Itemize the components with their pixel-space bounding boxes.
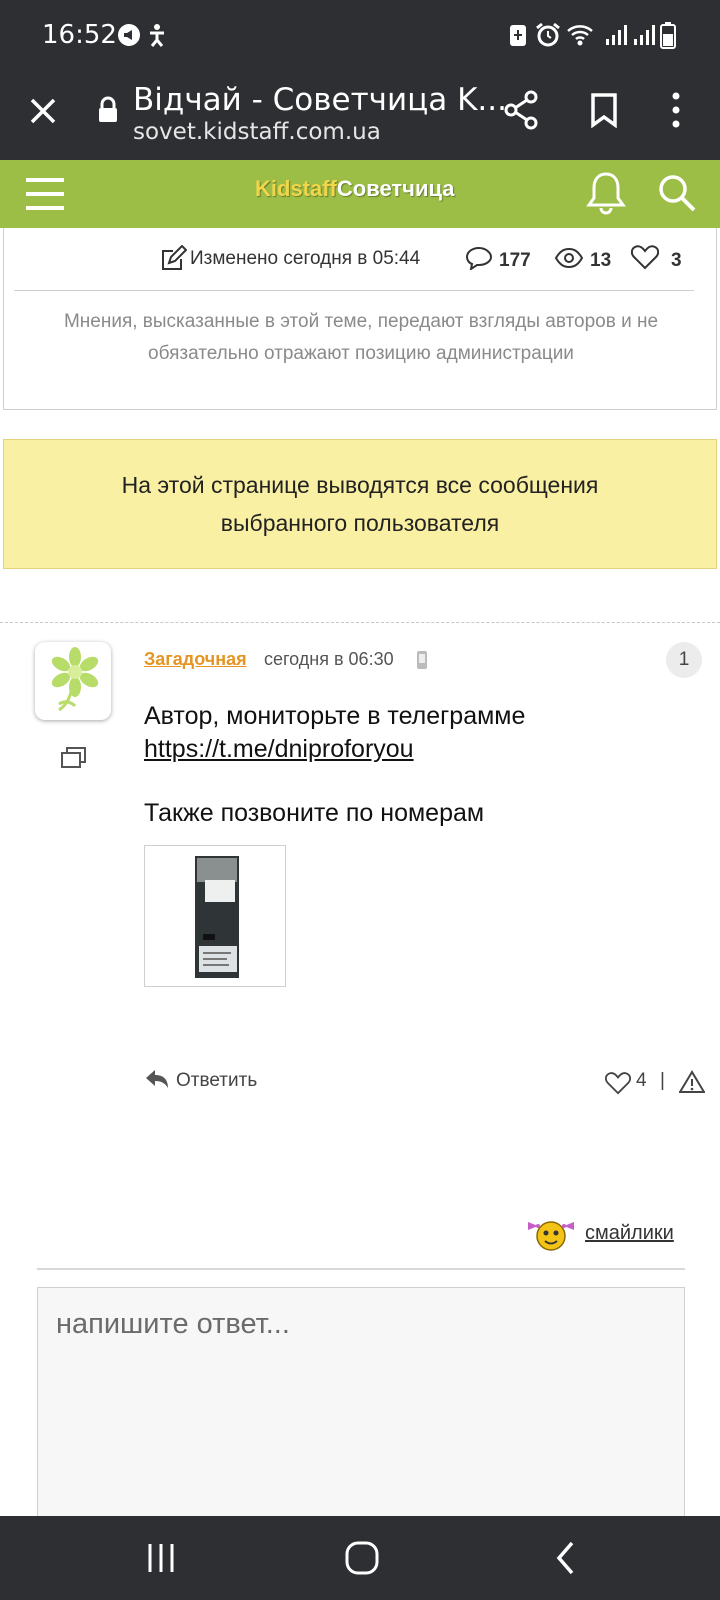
topic-like-count: 3	[671, 250, 682, 271]
user-posts-notice: На этой странице выводятся все сообщения…	[3, 439, 717, 569]
megaphone-icon	[118, 24, 140, 46]
wifi-icon	[567, 25, 593, 46]
eye-icon	[554, 247, 584, 269]
search-icon[interactable]	[656, 172, 698, 214]
report-warning-icon[interactable]	[679, 1070, 705, 1094]
divider	[37, 1268, 685, 1270]
topic-footer: Изменено сегодня в 05:44 177 13 3 Мнения…	[3, 228, 717, 410]
recent-apps-icon[interactable]	[146, 1542, 176, 1574]
back-icon[interactable]	[554, 1540, 578, 1576]
site-header: KidstaffСоветчица	[0, 160, 720, 228]
post-time: сегодня в 06:30	[264, 649, 394, 669]
share-icon[interactable]	[502, 90, 540, 130]
mobile-device-icon	[417, 651, 427, 669]
comment-count: 177	[499, 250, 531, 271]
disclaimer: Мнения, высказанные в этой теме, передаю…	[63, 311, 659, 364]
heart-icon[interactable]	[631, 244, 659, 270]
smileys-link[interactable]: смайлики	[585, 1222, 674, 1245]
post-like-heart-icon[interactable]	[605, 1071, 631, 1095]
post-text-line1: Автор, мониторьте в телеграмме	[144, 702, 526, 730]
notification-bell-icon[interactable]	[586, 170, 626, 216]
page-title: Відчай - Советчица K...	[133, 82, 507, 118]
private-message-icon[interactable]	[60, 745, 88, 771]
status-bar: 16:52	[0, 0, 720, 72]
flower-avatar-icon	[51, 647, 99, 712]
browser-toolbar: Відчай - Советчица K... sovet.kidstaff.c…	[0, 72, 720, 160]
comment-icon	[465, 246, 493, 270]
reply-textarea[interactable]: напишите ответ...	[37, 1287, 685, 1527]
signal-icon-2	[634, 25, 655, 45]
avatar[interactable]	[35, 642, 111, 720]
post-number: 1	[666, 642, 702, 678]
close-icon[interactable]	[28, 96, 58, 126]
site-logo[interactable]: KidstaffСоветчица	[255, 176, 455, 202]
post-username[interactable]: Загадочная	[144, 649, 247, 670]
post-like-count: 4	[636, 1070, 647, 1091]
reply-button[interactable]: Ответить	[176, 1070, 257, 1092]
home-icon[interactable]	[344, 1540, 380, 1576]
accessibility-icon	[150, 24, 164, 47]
reply-arrow-icon[interactable]	[144, 1068, 170, 1090]
bookmark-icon[interactable]	[590, 92, 618, 128]
divider	[14, 290, 694, 291]
view-count: 13	[590, 250, 612, 271]
telegram-link[interactable]: https://t.me/dniproforyou	[144, 735, 414, 764]
battery-saver-icon	[510, 25, 526, 46]
more-options-icon[interactable]	[670, 90, 682, 130]
separator-pipe: |	[660, 1070, 665, 1091]
separator-dashed	[0, 622, 720, 623]
edit-icon	[162, 245, 187, 270]
alarm-icon	[536, 22, 560, 47]
attached-image-thumbnail[interactable]	[144, 845, 286, 987]
signal-icon	[606, 25, 627, 45]
lock-icon	[99, 96, 117, 122]
post-text-line2: Также позвоните по номерам	[144, 799, 485, 827]
battery-icon	[660, 22, 676, 49]
menu-icon[interactable]	[24, 174, 66, 214]
system-nav-bar	[0, 1516, 720, 1600]
edited-time: Изменено сегодня в 05:44	[190, 248, 421, 269]
smiley-emoticon-icon[interactable]	[522, 1214, 580, 1254]
status-time: 16:52	[42, 20, 117, 50]
page-url[interactable]: sovet.kidstaff.com.ua	[133, 119, 381, 145]
